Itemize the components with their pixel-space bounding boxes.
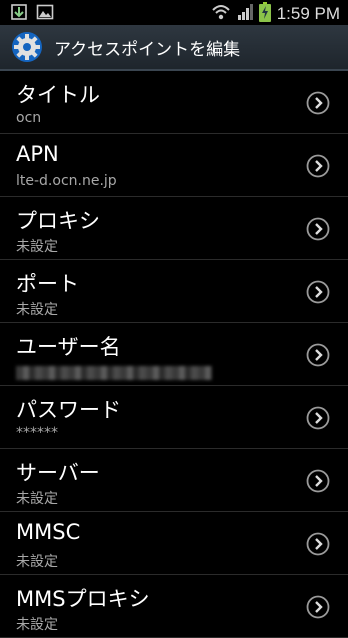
item-value: ocn — [16, 110, 42, 126]
action-bar: アクセスポイントを編集 — [0, 25, 348, 71]
signal-icon — [237, 3, 253, 25]
status-time: 1:59 PM — [276, 4, 340, 23]
gear-icon[interactable] — [10, 30, 44, 64]
chevron-right-icon — [306, 532, 330, 556]
list-item-title[interactable]: タイトル ocn — [0, 71, 348, 134]
item-label: ユーザー名 — [16, 335, 121, 359]
status-bar: 1:59 PM — [0, 0, 348, 25]
item-value: lte-d.ocn.ne.jp — [16, 173, 117, 189]
chevron-right-icon — [306, 343, 330, 367]
item-label: APN — [16, 142, 59, 166]
chevron-right-icon — [306, 469, 330, 493]
item-value: 未設定 — [16, 554, 58, 570]
item-value: 未設定 — [16, 491, 58, 507]
item-label: プロキシ — [16, 209, 100, 233]
image-icon — [36, 3, 54, 25]
chevron-right-icon — [306, 280, 330, 304]
item-label: MMSプロキシ — [16, 587, 150, 611]
item-value-redacted — [16, 366, 212, 380]
battery-charging-icon — [258, 2, 271, 26]
chevron-right-icon — [306, 595, 330, 619]
wifi-icon — [211, 3, 231, 25]
list-item-mmsc[interactable]: MMSC 未設定 — [0, 512, 348, 575]
page-title: アクセスポイントを編集 — [54, 39, 241, 60]
chevron-right-icon — [306, 406, 330, 430]
chevron-right-icon — [306, 91, 330, 115]
list-item-apn[interactable]: APN lte-d.ocn.ne.jp — [0, 134, 348, 197]
item-value: ****** — [16, 425, 58, 441]
chevron-right-icon — [306, 217, 330, 241]
list-item-proxy[interactable]: プロキシ 未設定 — [0, 197, 348, 260]
list-item-password[interactable]: パスワード ****** — [0, 386, 348, 449]
item-label: パスワード — [16, 398, 121, 422]
list-item-mms-proxy[interactable]: MMSプロキシ 未設定 — [0, 575, 348, 638]
item-label: サーバー — [16, 461, 100, 485]
item-label: ポート — [16, 272, 79, 296]
list-item-port[interactable]: ポート 未設定 — [0, 260, 348, 323]
chevron-right-icon — [306, 154, 330, 178]
download-icon — [10, 3, 28, 25]
item-value: 未設定 — [16, 617, 58, 633]
item-value: 未設定 — [16, 302, 58, 318]
list-item-username[interactable]: ユーザー名 — [0, 323, 348, 386]
list-item-server[interactable]: サーバー 未設定 — [0, 449, 348, 512]
item-label: MMSC — [16, 520, 81, 544]
settings-list: タイトル ocn APN lte-d.ocn.ne.jp プロキシ 未設定 ポー… — [0, 71, 348, 638]
item-label: タイトル — [16, 83, 100, 107]
item-value: 未設定 — [16, 239, 58, 255]
